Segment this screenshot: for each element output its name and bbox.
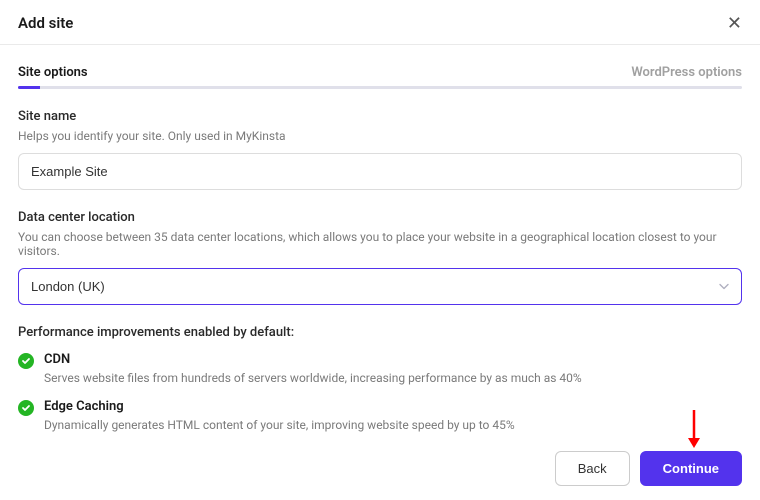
step-current: Site options: [18, 65, 88, 80]
performance-title: Performance improvements enabled by defa…: [18, 325, 742, 340]
performance-item: CDN Serves website files from hundreds o…: [18, 352, 742, 385]
data-center-field: Data center location You can choose betw…: [18, 210, 742, 305]
site-name-label: Site name: [18, 109, 742, 124]
continue-button[interactable]: Continue: [640, 451, 742, 486]
performance-item-desc: Serves website files from hundreds of se…: [44, 371, 742, 385]
form-content: Site name Helps you identify your site. …: [0, 89, 760, 432]
performance-item-name: Edge Caching: [44, 399, 742, 414]
site-name-field: Site name Helps you identify your site. …: [18, 109, 742, 190]
step-next: WordPress options: [631, 65, 742, 80]
performance-item: Edge Caching Dynamically generates HTML …: [18, 399, 742, 432]
close-button[interactable]: ✕: [727, 14, 742, 32]
check-icon: [18, 353, 34, 369]
close-icon: ✕: [727, 13, 742, 33]
step-indicator: Site options WordPress options: [0, 45, 760, 86]
performance-item-name: CDN: [44, 352, 742, 367]
modal-header: Add site ✕: [0, 0, 760, 45]
check-icon: [18, 400, 34, 416]
modal-title: Add site: [18, 14, 73, 32]
modal-footer: Back Continue: [0, 439, 760, 500]
site-name-help: Helps you identify your site. Only used …: [18, 129, 742, 143]
data-center-label: Data center location: [18, 210, 742, 225]
data-center-help: You can choose between 35 data center lo…: [18, 230, 742, 258]
site-name-input[interactable]: [18, 153, 742, 190]
data-center-select[interactable]: London (UK): [18, 268, 742, 305]
back-button[interactable]: Back: [555, 451, 630, 486]
performance-item-desc: Dynamically generates HTML content of yo…: [44, 418, 742, 432]
